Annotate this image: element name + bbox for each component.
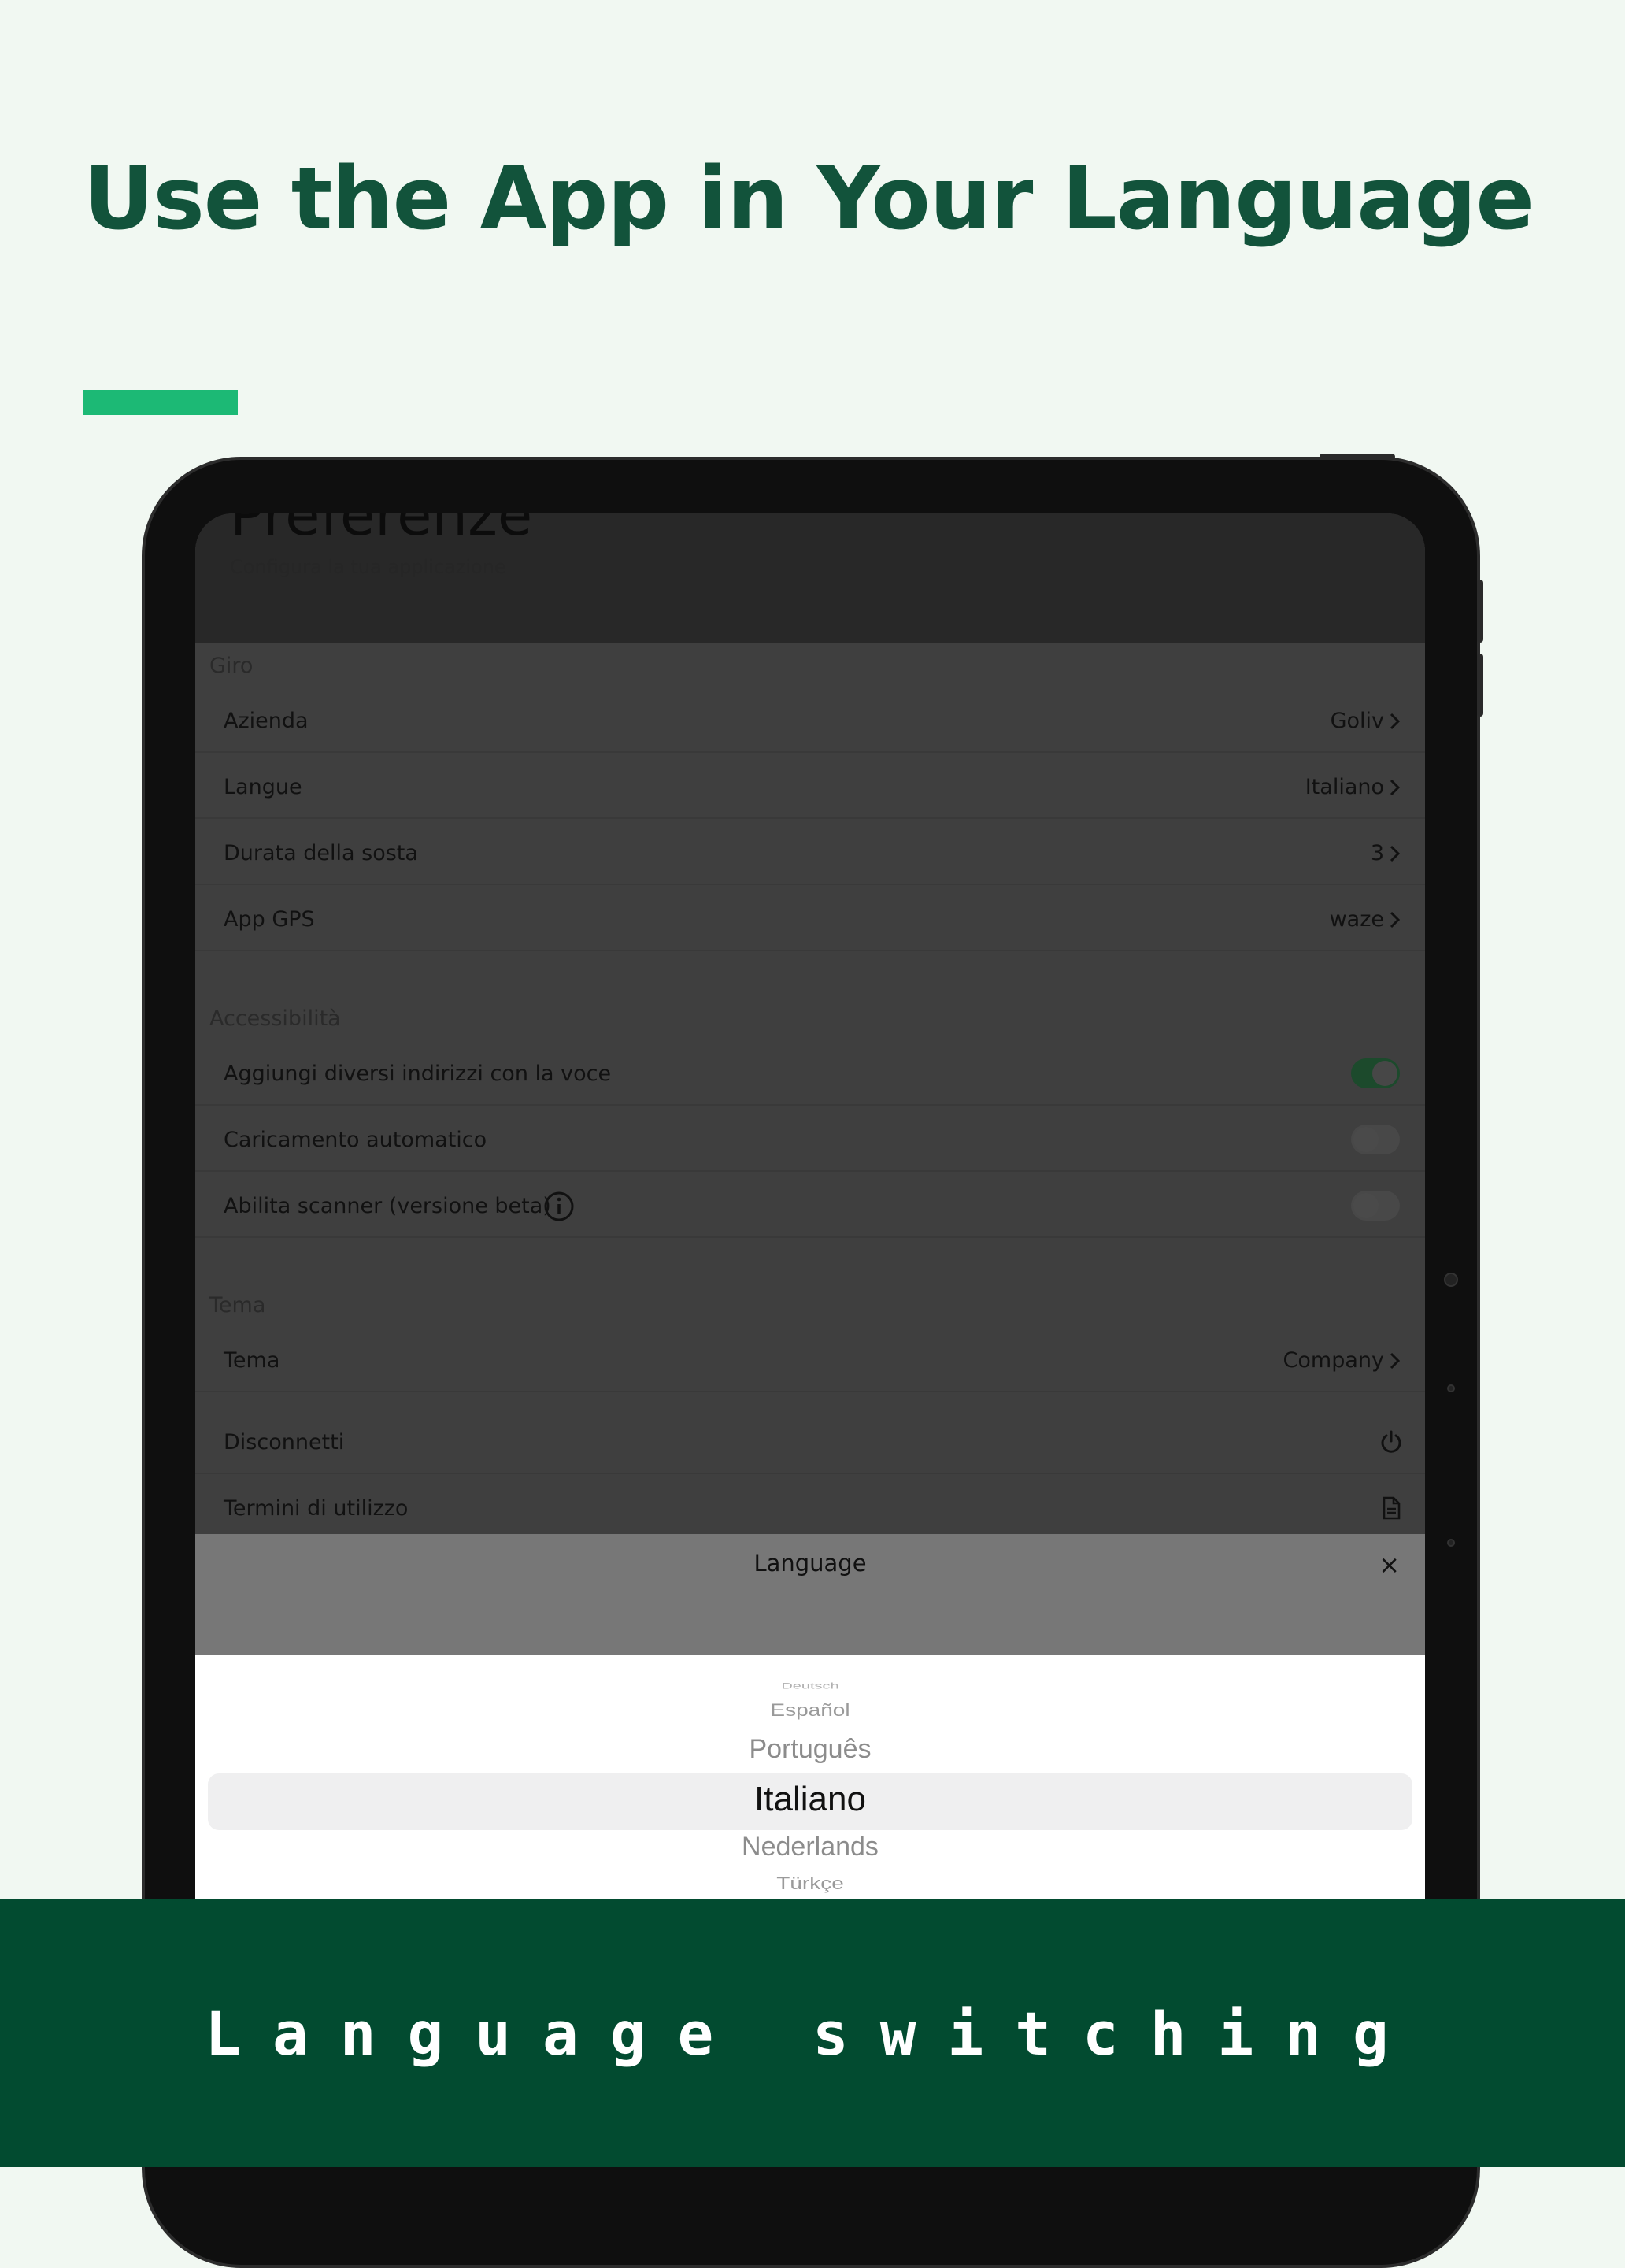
sensor-dot [1447, 1384, 1455, 1392]
document-icon [1383, 1496, 1401, 1520]
settings-row-langue[interactable]: Langue Italiano [195, 754, 1425, 819]
row-value: Company [1283, 1348, 1384, 1373]
settings-row-durata[interactable]: Durata della sosta 3 [195, 821, 1425, 885]
row-value: waze [1329, 907, 1384, 932]
top-button [1320, 454, 1395, 460]
row-value: Italiano [1305, 775, 1384, 799]
row-label: Termini di utilizzo [224, 1496, 409, 1521]
settings-row-disconnect[interactable]: Disconnetti [195, 1410, 1425, 1474]
row-label: Caricamento automatico [224, 1128, 487, 1152]
chevron-right-icon [1390, 1352, 1401, 1369]
language-sheet-title: Language [753, 1550, 867, 1577]
picker-option-selected[interactable]: Italiano [195, 1780, 1425, 1819]
row-label: Aggiungi diversi indirizzi con la voce [224, 1062, 612, 1086]
header-area: Preferenze Configura la tua applicazione [195, 513, 1425, 643]
picker-option[interactable]: Nederlands [195, 1832, 1425, 1862]
scanner-beta-toggle[interactable] [1351, 1191, 1400, 1221]
toggle-knob [1353, 1193, 1379, 1218]
row-label: Azienda [224, 709, 309, 733]
auto-loading-toggle[interactable] [1351, 1125, 1400, 1154]
voice-addresses-toggle[interactable] [1351, 1058, 1400, 1088]
page-title: Preferenze [230, 513, 533, 548]
settings-row-tema[interactable]: Tema Company [195, 1328, 1425, 1392]
headline: Use the App in Your Language [83, 148, 1534, 249]
settings-row-scanner-beta: Abilita scanner (versione beta) [195, 1173, 1425, 1238]
camera-icon [1444, 1273, 1458, 1287]
settings-row-auto-loading: Caricamento automatico [195, 1107, 1425, 1172]
footer-caption: Language switching [205, 1999, 1420, 2069]
info-icon[interactable] [543, 1191, 575, 1222]
section-label-accessibility: Accessibilità [209, 1006, 341, 1031]
chevron-right-icon [1390, 779, 1401, 796]
accent-bar [83, 390, 238, 415]
settings-row-terms[interactable]: Termini di utilizzo [195, 1476, 1425, 1540]
toggle-knob [1353, 1127, 1379, 1152]
toggle-knob [1372, 1061, 1397, 1086]
picker-option[interactable]: Español [195, 1700, 1425, 1721]
picker-option[interactable]: Türkçe [195, 1873, 1425, 1894]
chevron-right-icon [1390, 845, 1401, 862]
row-value: 3 [1370, 841, 1384, 865]
settings-row-azienda[interactable]: Azienda Goliv [195, 688, 1425, 753]
language-picker[interactable]: Deutsch Español Português Italiano Neder… [195, 1655, 1425, 1899]
row-label: App GPS [224, 907, 315, 932]
section-label-tema: Tema [209, 1293, 266, 1317]
language-sheet-header: Language × [195, 1534, 1425, 1655]
row-value: Goliv [1330, 709, 1384, 733]
row-label: Tema [224, 1348, 280, 1373]
picker-option[interactable]: Português [195, 1734, 1425, 1765]
section-label-giro: Giro [209, 654, 254, 678]
row-label: Langue [224, 775, 302, 799]
power-icon [1381, 1430, 1401, 1453]
volume-down-button [1477, 654, 1483, 717]
volume-up-button [1477, 580, 1483, 643]
row-label: Disconnetti [224, 1430, 345, 1455]
row-label: Durata della sosta [224, 841, 418, 865]
chevron-right-icon [1390, 911, 1401, 928]
footer-banner: Language switching [0, 1899, 1625, 2167]
settings-row-app-gps[interactable]: App GPS waze [195, 887, 1425, 951]
chevron-right-icon [1390, 713, 1401, 730]
close-icon[interactable]: × [1379, 1550, 1400, 1580]
page-subtitle: Configura la tua applicazione [230, 556, 506, 578]
row-label: Abilita scanner (versione beta) [224, 1194, 551, 1218]
app-screen: Preferenze Configura la tua applicazione… [195, 513, 1425, 1899]
picker-option[interactable]: Deutsch [195, 1681, 1425, 1692]
settings-row-voice-addresses: Aggiungi diversi indirizzi con la voce [195, 1041, 1425, 1106]
sensor-dot [1447, 1539, 1455, 1547]
